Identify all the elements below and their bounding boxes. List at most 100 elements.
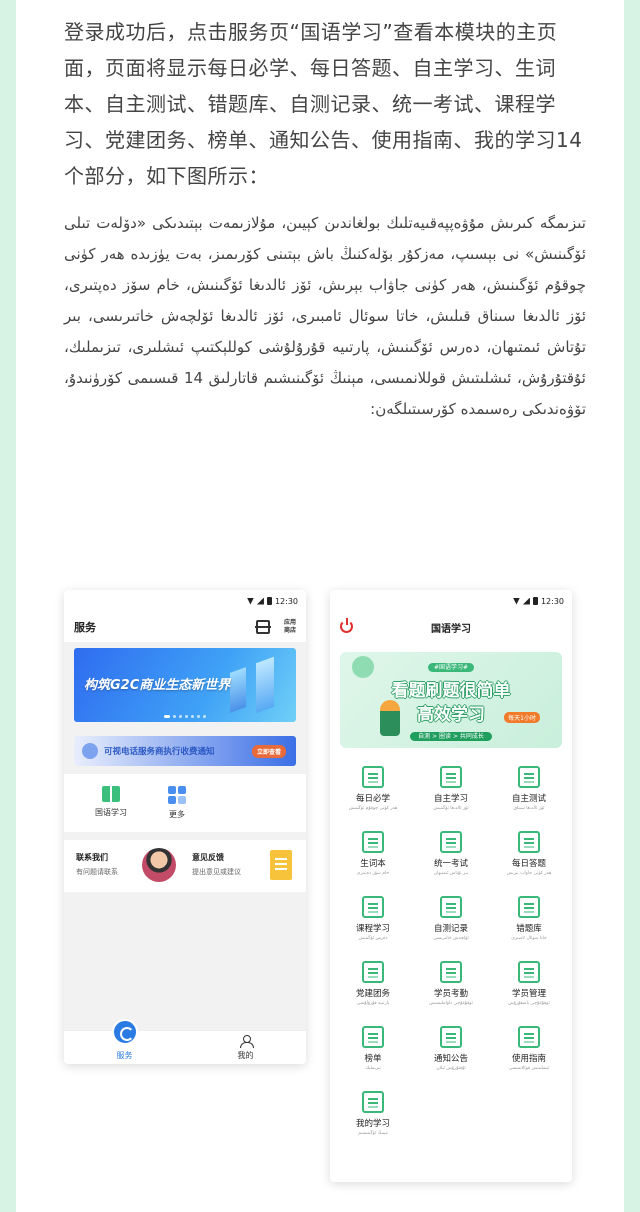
menu-sublabel: ئۆلچەش خاتىرىسى — [433, 936, 469, 941]
menu-label: 使用指南 — [511, 1054, 546, 1064]
user-icon — [239, 1035, 254, 1048]
contact-title[interactable]: 联系我们 — [76, 852, 108, 863]
menu-item[interactable]: 自测记录 ئۆلچەش خاتىرىسى — [412, 892, 490, 956]
menu-sublabel: ئىشلىتىش قوللانمىسى — [508, 1066, 550, 1071]
service-header: 服务 应用商店 — [64, 612, 306, 642]
menu-sublabel: ھەر كۈنى جاۋاب بېرىش — [506, 871, 552, 876]
contact-card: 联系我们 有问题请联系 意见反馈 提出意见或建议 — [64, 840, 306, 892]
phone-guoyu-screen: 12:30 国语学习 #国语学习# 看题刷题很简单 高效学习 每天1小时 自测 … — [330, 590, 572, 1182]
self-test-icon — [518, 766, 540, 788]
course-icon — [362, 896, 384, 918]
menu-sublabel: تىزىملىك — [365, 1066, 381, 1071]
wrong-answer-icon — [518, 896, 540, 918]
menu-item[interactable]: 党建团务 پارتىيە قۇرۇلۇشى — [334, 957, 412, 1021]
menu-item[interactable]: 错题库 خاتا سوئال ئامبىرى — [490, 892, 568, 956]
feedback-title[interactable]: 意见反馈 — [192, 852, 224, 863]
tab-label: 我的 — [237, 1051, 254, 1060]
phone-service-screen: 12:30 服务 应用商店 构筑G2C商业生态新世界 可视电话服务商执行收费通知… — [64, 590, 306, 1064]
service-icon — [111, 1019, 138, 1045]
wifi-icon — [246, 597, 254, 605]
menu-label: 每日答题 — [511, 859, 546, 869]
menu-sublabel: ئۇقتۇرۇش ئېلان — [436, 1066, 466, 1071]
menu-item[interactable]: 使用指南 ئىشلىتىش قوللانمىسى — [490, 1022, 568, 1086]
notice-text: 可视电话服务商执行收费通知 — [104, 747, 215, 757]
menu-item[interactable]: 我的学习 مېنىڭ ئۆگىنىشىم — [334, 1087, 412, 1151]
banner-tag: #国语学习# — [427, 663, 475, 672]
exam-icon — [440, 831, 462, 853]
menu-item[interactable]: 课程学习 دەرس ئۆگىنىش — [334, 892, 412, 956]
menu-sublabel: خام سۆز دەپتىرى — [356, 871, 390, 876]
signal-icon — [256, 597, 264, 605]
menu-label: 自测记录 — [433, 924, 468, 934]
student-management-icon — [518, 961, 540, 983]
promo-banner[interactable]: 构筑G2C商业生态新世界 — [74, 648, 296, 722]
menu-label: 党建团务 — [355, 989, 390, 999]
view-now-button[interactable]: 立即查看 — [251, 745, 286, 758]
app-store-button[interactable]: 应用商店 — [282, 619, 298, 635]
menu-item[interactable]: 每日必学 ھەر كۈنى چوقۇم ئۆگىنىش — [334, 762, 412, 826]
menu-item[interactable]: 统一考试 بىر تۇتاش ئىمتىھان — [412, 827, 490, 891]
daily-study-icon — [362, 766, 384, 788]
menu-item[interactable]: 学员考勤 ئوقۇغۇچى داۋاملىشىش — [412, 957, 490, 1021]
menu-label: 课程学习 — [355, 924, 390, 934]
menu-item[interactable]: 榜单 تىزىملىك — [334, 1022, 412, 1086]
menu-label: 学员考勤 — [433, 989, 468, 999]
video-phone-icon — [82, 743, 98, 759]
contact-subtitle: 有问题请联系 — [76, 868, 118, 876]
test-record-icon — [440, 896, 462, 918]
menu-sublabel: خاتا سوئال ئامبىرى — [511, 936, 547, 941]
status-time: 12:30 — [274, 596, 298, 606]
party-building-icon — [362, 961, 384, 983]
menu-item[interactable]: 通知公告 ئۇقتۇرۇش ئېلان — [412, 1022, 490, 1086]
announcement-icon — [440, 1026, 462, 1048]
app-guoyu-xuexi[interactable]: 国语学习 — [78, 774, 144, 832]
carousel-dots — [74, 715, 296, 718]
guoyu-header: 国语学习 — [330, 612, 572, 642]
tab-label: 服务 — [116, 1051, 133, 1060]
app-more[interactable]: 更多 — [144, 774, 210, 832]
menu-item[interactable]: 自主测试 ئۆز ئالدىغا سىناق — [490, 762, 568, 826]
menu-sublabel: ئوقۇغۇچى باشقۇرۇش — [508, 1001, 550, 1006]
scan-icon[interactable] — [255, 620, 271, 634]
status-time: 12:30 — [540, 596, 564, 606]
banner-hour-badge: 每天1小时 — [504, 712, 540, 723]
signal-icon — [522, 597, 530, 605]
power-icon[interactable] — [340, 618, 353, 633]
menu-label: 自主测试 — [511, 794, 546, 804]
building-illustration — [230, 667, 246, 713]
tab-service[interactable]: 服务 — [64, 1019, 185, 1064]
attendance-icon — [440, 961, 462, 983]
menu-sublabel: ئۆز ئالدىغا سىناق — [513, 806, 545, 811]
feedback-subtitle: 提出意见或建议 — [192, 868, 241, 876]
my-study-icon — [362, 1091, 384, 1113]
menu-label: 生词本 — [360, 859, 386, 869]
menu-label: 通知公告 — [433, 1054, 468, 1064]
app-label: 更多 — [169, 810, 185, 819]
menu-sublabel: بىر تۇتاش ئىمتىھان — [433, 871, 469, 876]
menu-item[interactable]: 学员管理 ئوقۇغۇچى باشقۇرۇش — [490, 957, 568, 1021]
intro-uyghur: تىزىمگە كىرىش مۇۋەپپەقىيەتلىك بولغاندىن … — [64, 214, 586, 418]
menu-item[interactable]: 每日答题 ھەر كۈنى جاۋاب بېرىش — [490, 827, 568, 891]
wifi-icon — [512, 597, 520, 605]
menu-sublabel: ئۆز ئالدىغا ئۆگىنىش — [433, 806, 469, 811]
menu-label: 错题库 — [516, 924, 542, 934]
menu-sublabel: ھەر كۈنى چوقۇم ئۆگىنىش — [348, 806, 398, 811]
menu-sublabel: دەرس ئۆگىنىش — [358, 936, 388, 941]
clipboard-icon — [270, 850, 292, 880]
intro-chinese: 登录成功后，点击服务页“国语学习”查看本模块的主页面，页面将显示每日必学、每日答… — [64, 20, 583, 188]
tab-mine[interactable]: 我的 — [185, 1031, 306, 1064]
menu-label: 学员管理 — [511, 989, 546, 999]
more-grid-icon — [168, 786, 186, 804]
page-title: 国语学习 — [431, 623, 471, 635]
menu-label: 统一考试 — [433, 859, 468, 869]
menu-label: 自主学习 — [433, 794, 468, 804]
menu-label: 每日必学 — [355, 794, 390, 804]
study-banner[interactable]: #国语学习# 看题刷题很简单 高效学习 每天1小时 自测 > 圈读 > 共同成长 — [340, 652, 562, 748]
banner-slogan: 自测 > 圈读 > 共同成长 — [410, 732, 492, 741]
notice-banner[interactable]: 可视电话服务商执行收费通知 立即查看 — [74, 736, 296, 766]
menu-item[interactable]: 自主学习 ئۆز ئالدىغا ئۆگىنىش — [412, 762, 490, 826]
self-study-icon — [440, 766, 462, 788]
menu-item[interactable]: 生词本 خام سۆز دەپتىرى — [334, 827, 412, 891]
vocabulary-book-icon — [362, 831, 384, 853]
status-bar: 12:30 — [64, 590, 306, 612]
